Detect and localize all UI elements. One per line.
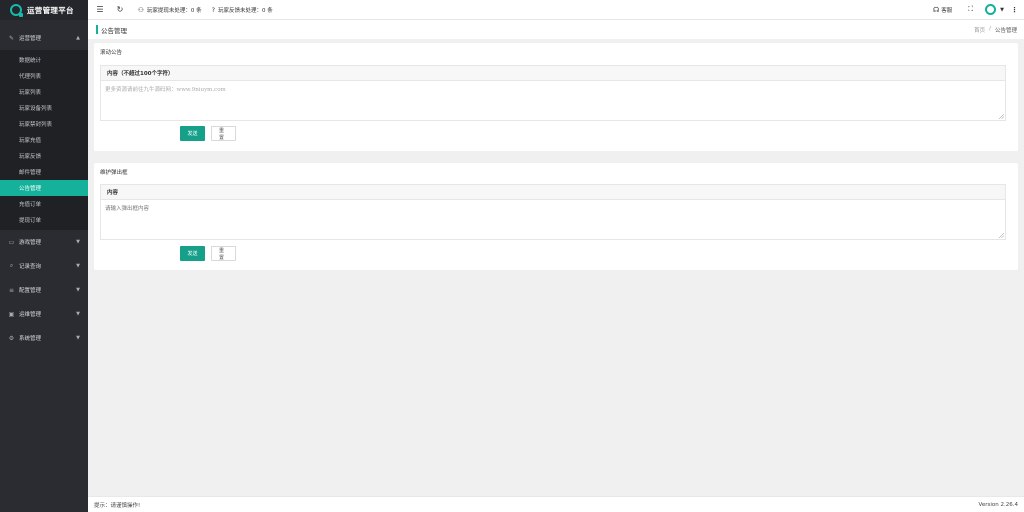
reset-button[interactable]: 重置 xyxy=(211,246,236,261)
sidebar-item-player-devices[interactable]: 玩家设备列表 xyxy=(0,100,88,116)
menu-group-system[interactable]: ⚙ 系统管理 ▼ xyxy=(0,326,88,350)
menu-group-operations[interactable]: ✎ 运营管理 ▲ xyxy=(0,26,88,50)
avatar[interactable] xyxy=(985,4,997,15)
footer-hint: 提示：请谨慎操作! xyxy=(94,502,141,509)
question-icon: ? xyxy=(211,5,216,14)
gear-icon: ⚙ xyxy=(8,334,15,342)
fullscreen-icon[interactable]: ⛶ xyxy=(968,5,973,14)
scroll-notice-card: 滚动公告 内容（不超过100个字符） 更多资源请前往九牛源码网：www.9niu… xyxy=(94,43,1018,151)
maintenance-input[interactable] xyxy=(101,200,1005,239)
withdraw-pending-link[interactable]: ⚇ 玩家提现未处理：0 条 xyxy=(138,6,202,14)
sidebar-item-withdraw-orders[interactable]: 提现订单 xyxy=(0,212,88,228)
sidebar-item-player-feedback[interactable]: 玩家反馈 xyxy=(0,148,88,164)
menu-group-label: 记录查询 xyxy=(19,264,42,270)
resize-grip-icon[interactable] xyxy=(999,233,1004,238)
scroll-notice-actions: 发送 重置 xyxy=(180,126,236,141)
scroll-notice-heading: 滚动公告 xyxy=(100,49,123,56)
sidebar-item-announcements[interactable]: 公告管理 xyxy=(0,180,88,196)
list-icon: ≡ xyxy=(8,286,15,294)
chevron-down-icon: ▼ xyxy=(76,263,80,269)
top-header: ☰ ↻ ⚇ 玩家提现未处理：0 条 ? 玩家反馈未处理：0 条 ☊ 客服 ⛶ ▼… xyxy=(88,0,1024,20)
breadcrumb-separator: / xyxy=(989,25,991,32)
sidebar-item-mail[interactable]: 邮件管理 xyxy=(0,164,88,180)
more-vertical-icon[interactable]: ⋮ xyxy=(1011,6,1018,14)
chevron-down-icon: ▼ xyxy=(76,287,80,293)
menu-group-records[interactable]: ⌕ 记录查询 ▼ xyxy=(0,254,88,278)
menu-group-ops[interactable]: ▣ 运维管理 ▼ xyxy=(0,302,88,326)
customer-service-button[interactable]: ☊ 客服 xyxy=(933,6,952,14)
user-icon: ⚇ xyxy=(138,5,144,14)
menu-group-label: 系统管理 xyxy=(19,336,42,342)
feedback-pending-link[interactable]: ? 玩家反馈未处理：0 条 xyxy=(212,6,273,14)
menu-group-games[interactable]: ▭ 游戏管理 ▼ xyxy=(0,230,88,254)
refresh-icon[interactable]: ↻ xyxy=(112,5,128,14)
reset-button[interactable]: 重置 xyxy=(211,126,236,141)
logo-icon xyxy=(10,4,23,17)
sidebar-item-recharge-orders[interactable]: 充值订单 xyxy=(0,196,88,212)
chevron-down-icon: ▼ xyxy=(76,311,80,317)
customer-service-label: 客服 xyxy=(941,7,953,14)
edit-icon: ✎ xyxy=(8,34,15,42)
submenu-operations: 数据统计 代理列表 玩家列表 玩家设备列表 玩家禁封列表 玩家充值 玩家反馈 邮… xyxy=(0,50,88,230)
search-icon: ⌕ xyxy=(9,262,14,269)
logo[interactable]: 运营管理平台 xyxy=(0,0,88,20)
sidebar-item-players[interactable]: 玩家列表 xyxy=(0,84,88,100)
resize-grip-icon[interactable] xyxy=(999,114,1004,119)
breadcrumb-home[interactable]: 首页 xyxy=(974,26,985,34)
feedback-pending-text: 玩家反馈未处理：0 条 xyxy=(218,7,273,14)
headset-icon: ☊ xyxy=(933,5,940,14)
chevron-up-icon: ▲ xyxy=(76,35,80,41)
caret-down-icon[interactable]: ▼ xyxy=(1000,7,1004,13)
title-accent-bar xyxy=(96,25,98,34)
sidebar-item-player-recharge[interactable]: 玩家充值 xyxy=(0,132,88,148)
menu-toggle-icon[interactable]: ☰ xyxy=(92,5,108,14)
maintenance-card: 维护弹出框 内容 发送 重置 xyxy=(94,163,1018,270)
maintenance-field: 内容 xyxy=(100,184,1006,240)
scroll-notice-field: 内容（不超过100个字符） 更多资源请前往九牛源码网：www.9niuym.co… xyxy=(100,65,1006,121)
page-titlebar: 公告管理 首页 / 公告管理 xyxy=(88,20,1024,39)
page-title: 公告管理 xyxy=(101,26,127,35)
app-title: 运营管理平台 xyxy=(27,5,74,15)
breadcrumb: 首页 / 公告管理 xyxy=(974,26,1017,34)
sidebar-item-agents[interactable]: 代理列表 xyxy=(0,68,88,84)
maintenance-actions: 发送 重置 xyxy=(180,246,236,261)
header-right: ☊ 客服 ⛶ ▼ ⋮ xyxy=(933,4,1018,15)
menu-group-label: 配置管理 xyxy=(19,288,42,294)
sidebar-item-stats[interactable]: 数据统计 xyxy=(0,52,88,68)
sidebar-item-player-bans[interactable]: 玩家禁封列表 xyxy=(0,116,88,132)
chevron-down-icon: ▼ xyxy=(76,335,80,341)
monitor-icon: ▣ xyxy=(8,310,15,318)
footer: 提示：请谨慎操作! Version 2.26.4 xyxy=(88,496,1024,512)
menu-group-config[interactable]: ≡ 配置管理 ▼ xyxy=(0,278,88,302)
menu-group-label: 运营管理 xyxy=(19,36,42,42)
scroll-notice-input[interactable]: 更多资源请前往九牛源码网：www.9niuym.com xyxy=(101,81,1005,120)
breadcrumb-current: 公告管理 xyxy=(994,27,1017,34)
withdraw-pending-text: 玩家提现未处理：0 条 xyxy=(146,7,202,14)
send-button[interactable]: 发送 xyxy=(180,246,205,261)
send-button[interactable]: 发送 xyxy=(180,126,205,141)
gamepad-icon: ▭ xyxy=(8,238,15,246)
sidebar: 运营管理平台 ✎ 运营管理 ▲ 数据统计 代理列表 玩家列表 玩家设备列表 玩家… xyxy=(0,0,88,512)
menu-group-label: 运维管理 xyxy=(19,312,42,318)
maintenance-heading: 维护弹出框 xyxy=(100,169,128,176)
scroll-notice-field-label: 内容（不超过100个字符） xyxy=(101,66,1005,81)
chevron-down-icon: ▼ xyxy=(76,239,80,245)
maintenance-field-label: 内容 xyxy=(101,185,1005,200)
version-label: Version 2.26.4 xyxy=(978,501,1018,508)
menu-group-label: 游戏管理 xyxy=(19,240,42,246)
